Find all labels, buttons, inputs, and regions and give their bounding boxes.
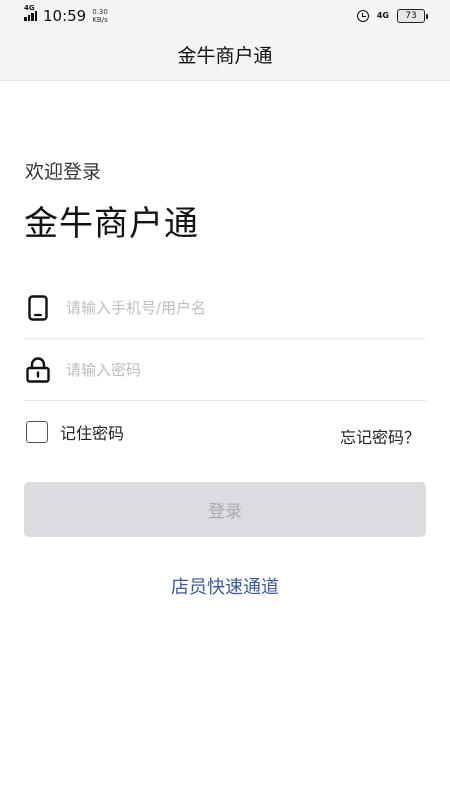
status-bar: 4G 10:59 0.30 KB/s 4G 73 xyxy=(0,0,450,32)
network-type-right: 4G xyxy=(376,11,389,20)
login-button[interactable]: 登录 xyxy=(24,482,426,537)
lock-icon xyxy=(24,357,52,383)
remember-password-checkbox[interactable] xyxy=(26,421,48,443)
page-title: 金牛商户通 xyxy=(177,45,273,67)
network-speed: 0.30 KB/s xyxy=(92,8,108,24)
remember-password-toggle[interactable]: 记住密码 xyxy=(26,420,124,444)
top-header: 4G 10:59 0.30 KB/s 4G 73 金牛商户通 xyxy=(0,0,450,81)
signal-icon: 4G xyxy=(24,4,37,21)
welcome-text: 欢迎登录 xyxy=(25,161,102,183)
battery-level: 73 xyxy=(397,9,425,23)
username-input[interactable] xyxy=(66,299,386,317)
username-field[interactable] xyxy=(24,278,426,339)
clock: 10:59 xyxy=(43,7,87,25)
staff-quick-access-link[interactable]: 店员快速通道 xyxy=(0,573,450,599)
network-speed-unit: KB/s xyxy=(92,16,108,24)
battery-icon: 73 xyxy=(397,9,428,23)
password-field[interactable] xyxy=(24,340,426,401)
forgot-password-link[interactable]: 忘记密码？ xyxy=(340,424,420,448)
remember-password-label: 记住密码 xyxy=(60,424,125,443)
phone-icon xyxy=(24,295,52,321)
network-speed-value: 0.30 xyxy=(92,8,108,16)
password-input[interactable] xyxy=(66,361,386,379)
alarm-icon xyxy=(356,10,369,22)
brand-title: 金牛商户通 xyxy=(24,204,199,244)
network-type-label: 4G xyxy=(24,4,35,12)
